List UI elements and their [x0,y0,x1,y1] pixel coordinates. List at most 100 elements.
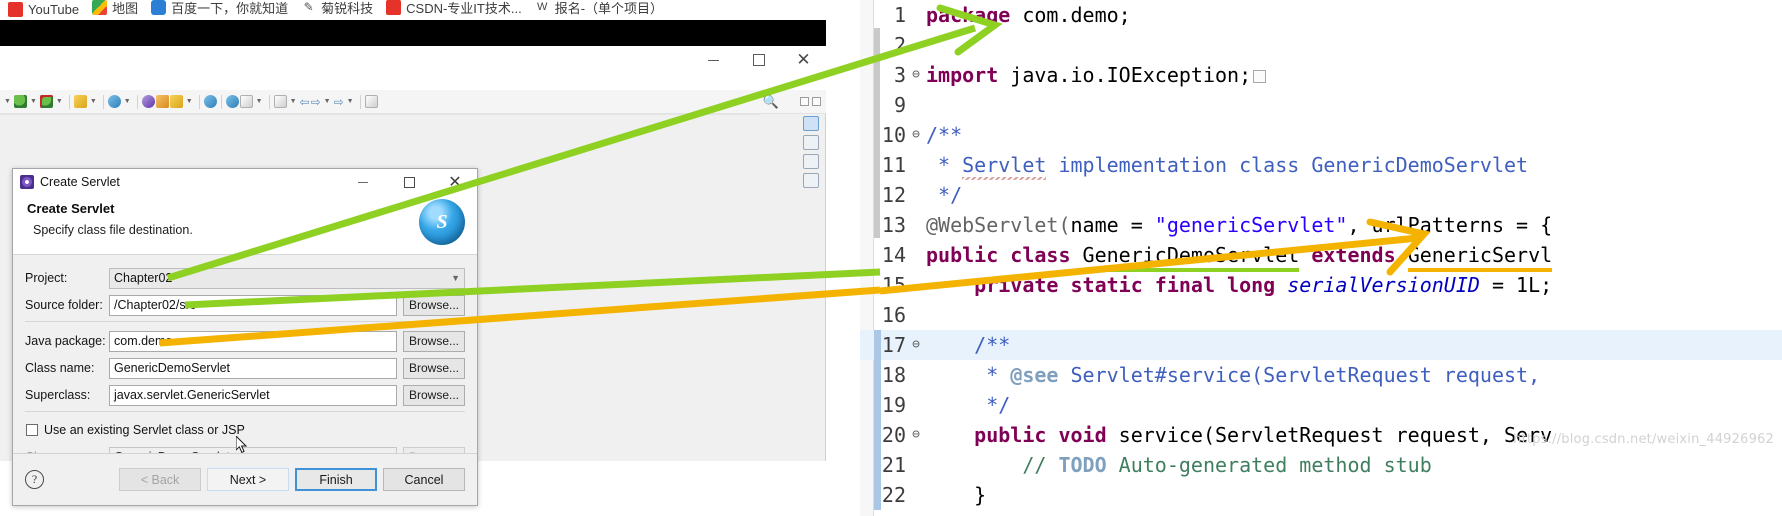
code-token: // [1022,453,1059,477]
source-folder-input[interactable]: /Chapter02/src [109,294,397,316]
code-line[interactable]: 22 } [860,480,1782,510]
eclipse-toolbar: ▼ ▼ ▼ ▼ ▼ ▼ ▼ ▼ ⇦ ⇨ ▼ ⇨ ▼ [0,90,826,114]
code-line[interactable]: 16 [860,300,1782,330]
bookmark-label: 菊锐科技 [321,1,374,16]
code-line[interactable]: 19 */ [860,390,1782,420]
fold-toggle-icon[interactable]: ⊖ [910,60,922,90]
code-line[interactable]: 9 [860,90,1782,120]
coverage-icon[interactable] [107,95,121,108]
next-edit-icon[interactable]: ⇨ [334,95,344,109]
chevron-down-icon[interactable]: ▼ [345,98,356,105]
bookmark-item[interactable]: YouTube [4,2,88,17]
previous-annotation-icon[interactable] [273,95,287,108]
class-name-browse-button[interactable]: Browse... [403,357,465,379]
code-line[interactable]: 18 * @see Servlet#service(ServletRequest… [860,360,1782,390]
csdn-icon [386,0,402,15]
code-line[interactable]: 17 ⊖ /** [860,330,1782,360]
superclass-input[interactable]: javax.servlet.GenericServlet [109,384,397,406]
line-number: 3 [893,63,906,87]
new-editor-icon[interactable] [364,95,378,108]
use-existing-servlet-checkbox[interactable] [26,424,38,436]
fold-toggle-icon[interactable]: ⊖ [910,330,922,360]
code-text: // TODO Auto-generated method stub [926,450,1431,480]
next-annotation-icon[interactable] [239,95,253,108]
forward-arrow-icon[interactable]: ⇨ [311,95,321,109]
chevron-down-icon[interactable]: ▼ [288,98,299,105]
class-name-input[interactable]: GenericDemoServlet [109,357,397,379]
code-line[interactable]: 1 package com.demo; [860,0,1782,30]
bookmark-item[interactable]: 百度一下，你就知道 [147,0,297,17]
new-wizard-icon[interactable] [73,95,87,108]
line-number: 16 [881,303,906,327]
maximize-view-icon[interactable] [811,96,821,106]
chevron-down-icon[interactable]: ▼ [54,98,65,105]
console-view-icon[interactable] [803,173,819,188]
bookmark-item[interactable]: 地图 [88,0,147,17]
minimize-view-icon[interactable] [799,96,809,106]
next-button[interactable]: Next > [207,468,289,491]
chevron-down-icon[interactable]: ▼ [322,98,333,105]
use-existing-servlet-label: Use an existing Servlet class or JSP [44,423,245,437]
code-line[interactable]: 10 ⊖/** [860,120,1782,150]
code-line[interactable]: 21 // TODO Auto-generated method stub [860,450,1782,480]
code-token: name = [1070,213,1155,237]
source-folder-value: /Chapter02/src [114,298,196,312]
code-line[interactable]: 11 * Servlet implementation class Generi… [860,150,1782,180]
code-line[interactable]: 12 */ [860,180,1782,210]
external-tools-icon[interactable] [169,95,183,108]
field-row-class-name: Class name: GenericDemoServlet Browse... [25,357,465,379]
bookmark-item[interactable]: CSDN-专业IT技术... [382,0,531,17]
code-line[interactable]: 2 [860,30,1782,60]
dialog-minimize-button[interactable] [343,169,383,195]
code-line[interactable]: 14 public class GenericDemoServlet extend… [860,240,1782,272]
servers-view-icon[interactable] [803,154,819,169]
outline-view-icon[interactable] [803,116,819,131]
debug-icon[interactable] [13,95,27,108]
bookmark-item[interactable]: W 报名-（单个项目） [531,0,672,17]
chevron-down-icon[interactable]: ▼ [184,98,195,105]
chevron-down-icon[interactable]: ▼ [122,98,133,105]
finish-button[interactable]: Finish [295,468,377,491]
superclass-value: javax.servlet.GenericServlet [114,388,270,402]
fold-toggle-icon[interactable]: ⊖ [910,120,922,150]
code-line[interactable]: 13 @WebServlet(name = "genericServlet", u… [860,210,1782,240]
package-explorer-icon[interactable] [803,135,819,150]
open-resource-icon[interactable] [155,95,169,108]
chevron-down-icon[interactable]: ▼ [2,98,13,105]
code-line[interactable]: 3 ⊖ import java.io.IOException; [860,60,1782,90]
code-line[interactable]: 23 [860,510,1782,516]
source-folder-browse-button[interactable]: Browse... [403,294,465,316]
project-combo[interactable]: Chapter02 ▼ [109,267,465,289]
chevron-down-icon[interactable]: ▼ [28,98,39,105]
line-number: 17 [881,333,906,357]
window-close-button[interactable]: ✕ [781,46,826,74]
bookmark-item[interactable]: ✎ 菊锐科技 [297,0,382,17]
search-globe-icon[interactable] [203,95,217,108]
code-editor[interactable]: 1 package com.demo; 2 3 ⊖ import java.io.IOEx… [860,0,1782,516]
dialog-title: Create Servlet [40,175,120,189]
java-package-browse-button[interactable]: Browse... [403,330,465,352]
search-person-icon[interactable] [225,95,239,108]
chevron-down-icon[interactable]: ▼ [254,98,265,105]
code-text: */ [926,180,962,210]
dialog-maximize-button[interactable] [389,169,429,195]
line-number: 9 [893,93,906,117]
help-icon[interactable]: ? [25,470,44,489]
window-minimize-button[interactable] [691,46,736,74]
back-arrow-icon[interactable]: ⇦ [300,95,310,109]
fold-toggle-icon[interactable]: ⊖ [910,420,922,450]
window-maximize-button[interactable] [736,46,781,74]
dialog-close-button[interactable]: ✕ [435,169,475,195]
chevron-down-icon[interactable]: ▼ [88,98,99,105]
superclass-browse-button[interactable]: Browse... [403,384,465,406]
cancel-button[interactable]: Cancel [383,468,465,491]
folded-imports-icon[interactable] [1253,70,1267,83]
run-icon[interactable] [39,95,53,108]
open-type-icon[interactable] [141,95,155,108]
code-line[interactable]: 15 private static final long serialVersi… [860,270,1782,300]
search-icon[interactable]: 🔍 [763,94,779,110]
java-package-input[interactable]: com.demo [109,330,397,352]
